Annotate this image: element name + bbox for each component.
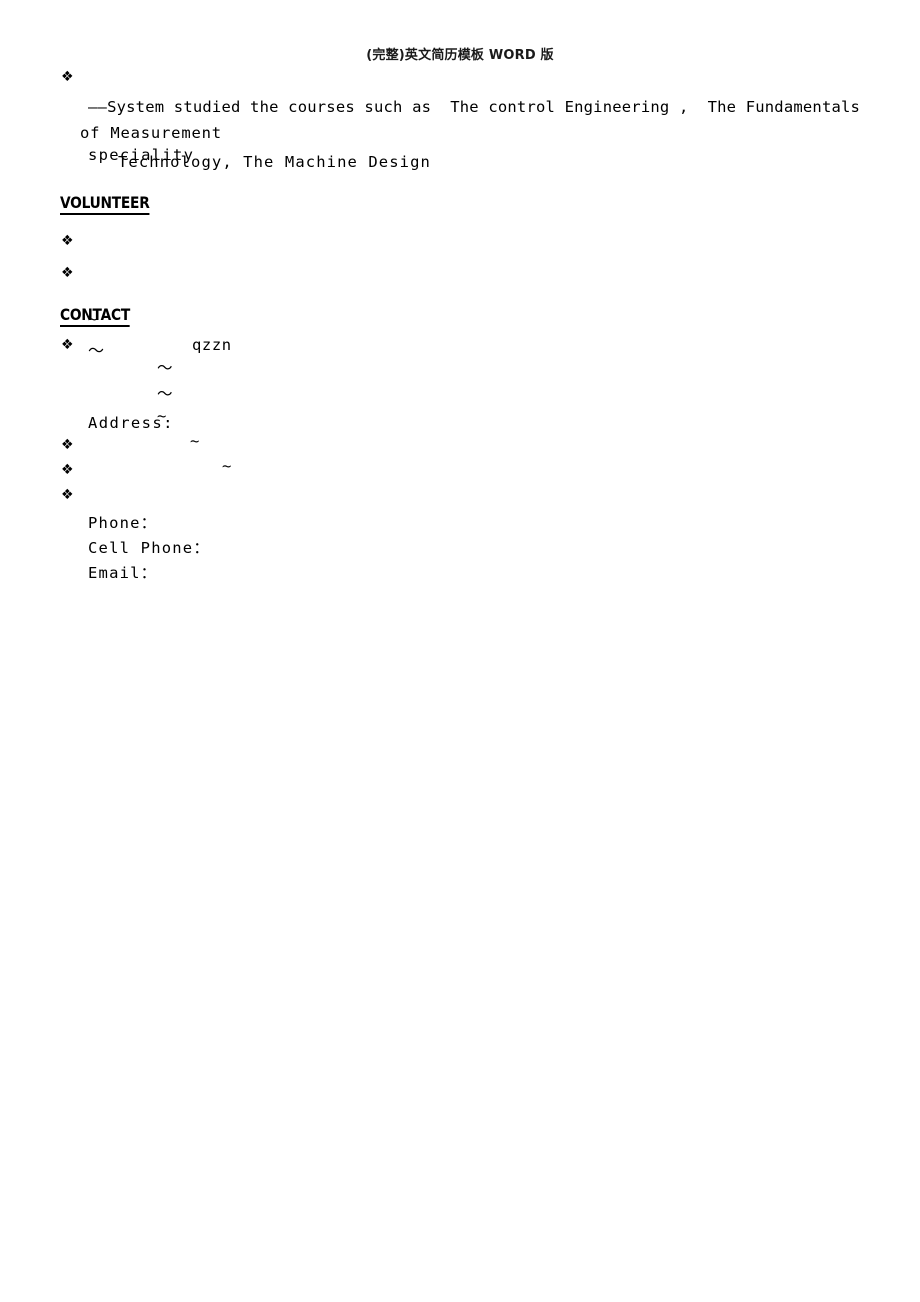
diamond-bullet-icon: ❖: [61, 337, 74, 353]
diamond-bullet-icon: ❖: [61, 69, 74, 85]
contact-address-extra-line-3: ~: [157, 407, 167, 425]
contact-cell-phone-value: ~: [222, 457, 232, 475]
speciality-detail-line-3: Technology, The Machine Design: [118, 153, 431, 171]
document-header-title: (完整)英文简历模板 WORD 版: [366, 48, 554, 63]
diamond-bullet-icon: ❖: [61, 233, 74, 249]
speciality-detail-line-1: ——System studied the courses such as The…: [88, 98, 861, 116]
diamond-bullet-icon: ❖: [61, 487, 74, 503]
contact-address-value: qzzn: [192, 336, 232, 354]
diamond-bullet-icon: ❖: [61, 462, 74, 478]
contact-address-extra-line-1: ～: [157, 359, 173, 377]
speciality-detail-line-2: of Measurement: [80, 124, 222, 142]
contact-phone-value: ~: [190, 432, 200, 450]
document-page: (完整)英文简历模板 WORD 版 ❖ speciality ——System …: [0, 0, 920, 1302]
contact-email-row: ❖ Email：: [0, 482, 920, 638]
section-heading-contact: CONTACT: [60, 305, 130, 327]
diamond-bullet-icon: ❖: [61, 265, 74, 281]
contact-email-label: Email：: [88, 564, 158, 582]
diamond-bullet-icon: ❖: [61, 437, 74, 453]
section-heading-volunteer: VOLUNTEER: [60, 193, 150, 215]
